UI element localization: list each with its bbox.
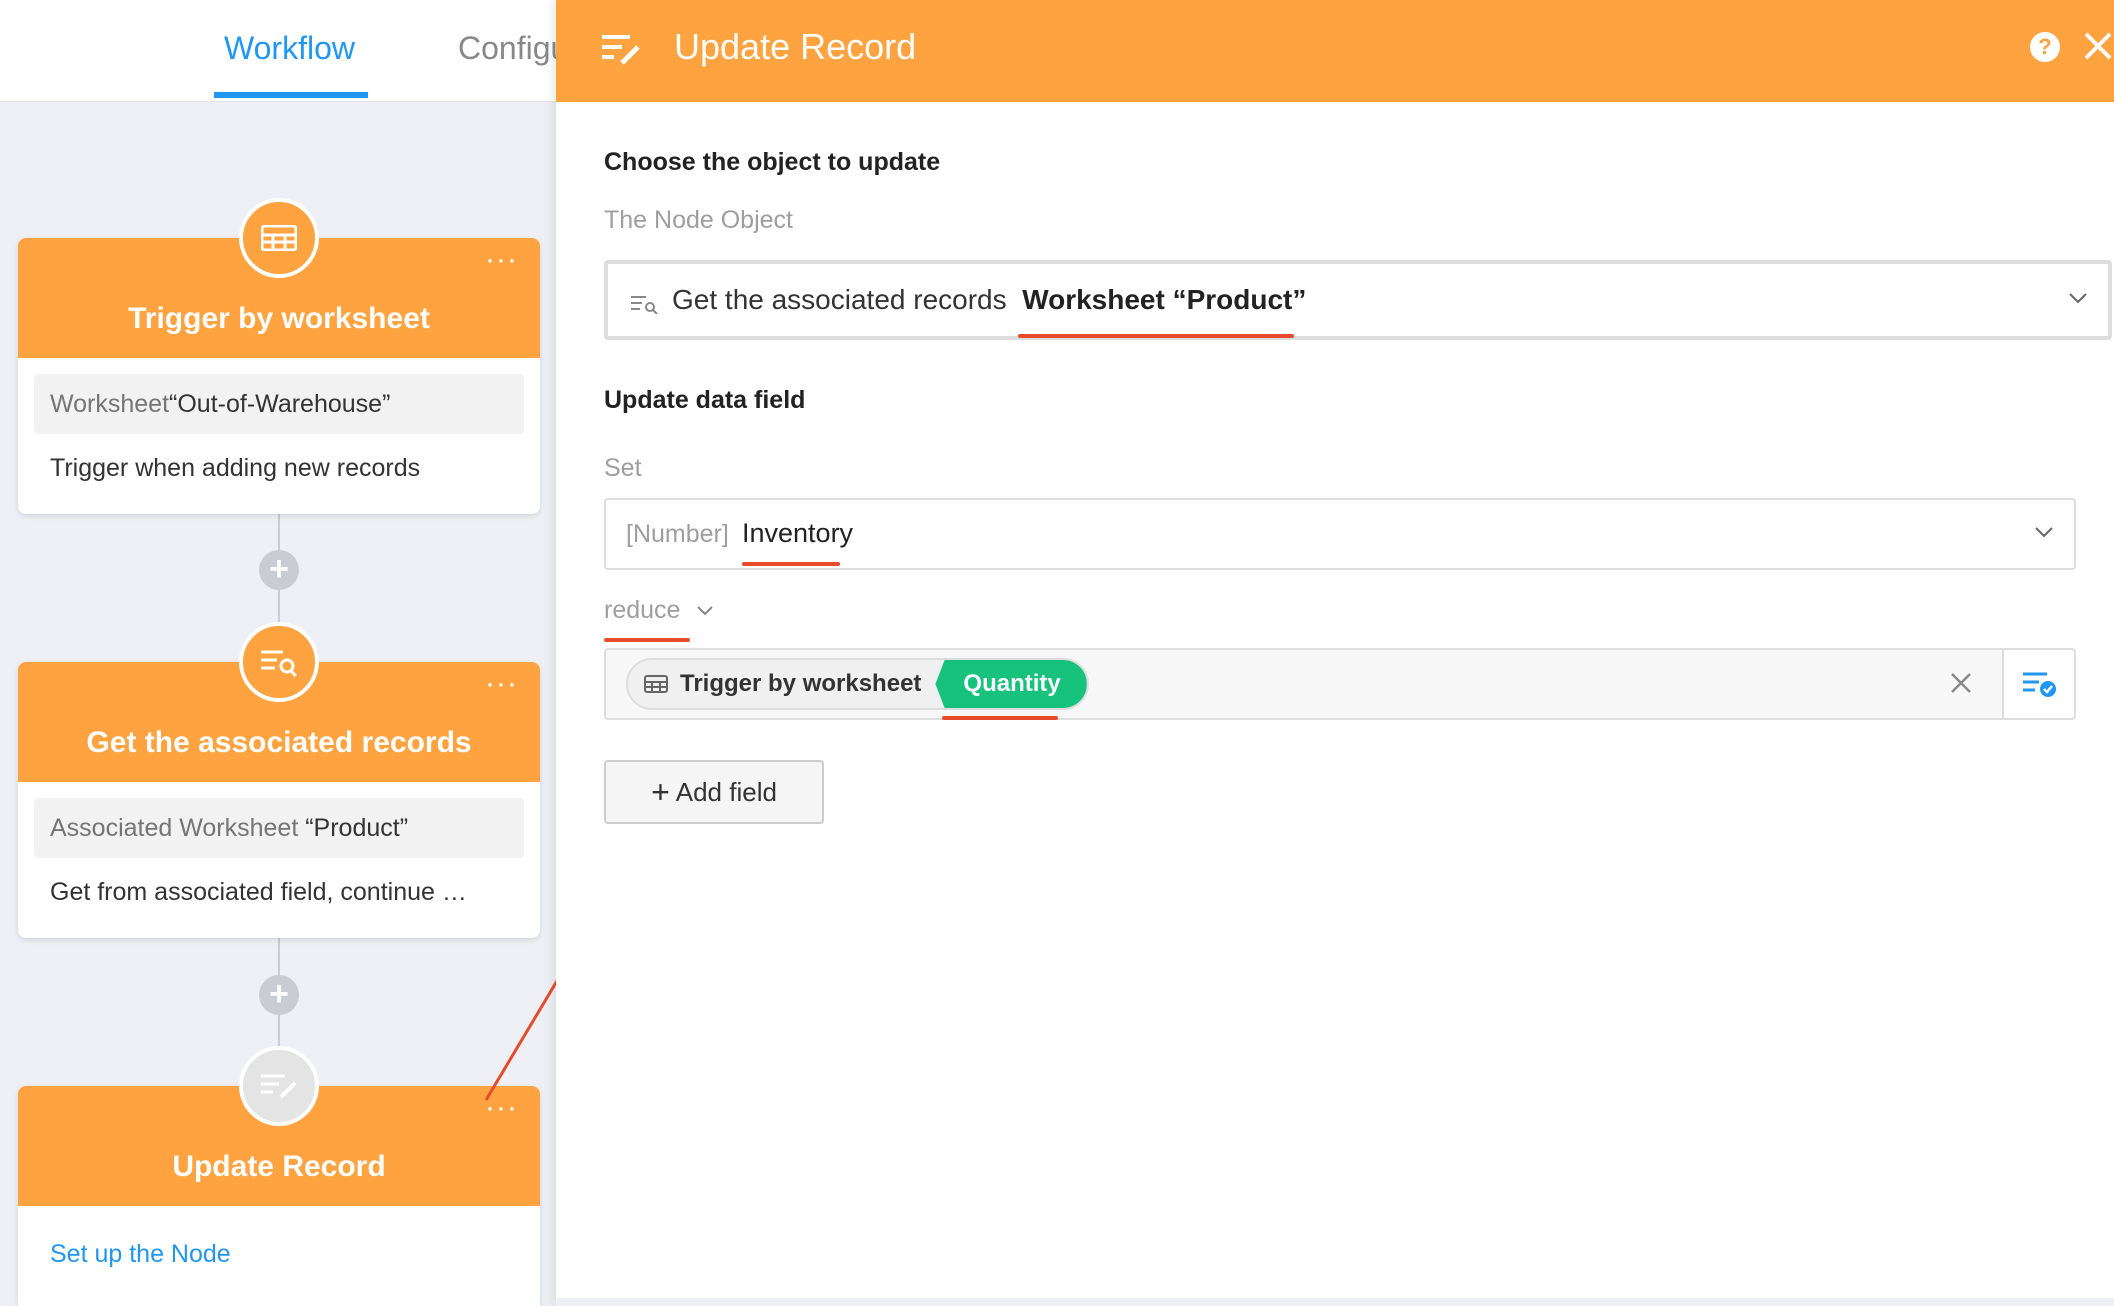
panel-bottom-bar xyxy=(556,1298,2114,1306)
choose-object-heading: Choose the object to update xyxy=(604,148,941,176)
chevron-down-icon xyxy=(2034,525,2054,543)
annotation-arrow xyxy=(484,887,615,1101)
dynamic-value-tag[interactable]: Trigger by worksheet Quantity xyxy=(626,658,1089,710)
set-label: Set xyxy=(604,454,642,482)
close-icon[interactable] xyxy=(2082,26,2114,66)
list-check-icon xyxy=(2023,672,2056,697)
update-record-panel: Update Record ? Choose the object to upd… xyxy=(556,0,2114,1306)
search-list-icon xyxy=(630,294,658,319)
table-icon xyxy=(644,675,668,693)
annotation-underline xyxy=(604,638,690,642)
field-name: Inventory xyxy=(742,518,854,548)
chevron-down-icon xyxy=(2068,291,2088,309)
object-worksheet: Worksheet “Product” xyxy=(1022,284,1307,315)
field-type-tag: [Number] xyxy=(626,520,729,548)
operation-select[interactable]: reduce xyxy=(604,596,680,625)
value-node-label: Trigger by worksheet xyxy=(680,670,922,697)
node-object-value: Get the associated records Worksheet “Pr… xyxy=(672,284,1306,316)
add-field-label: Add field xyxy=(675,776,777,807)
help-icon[interactable]: ? xyxy=(2030,32,2060,62)
annotation-underline xyxy=(1018,334,1294,338)
add-field-button[interactable]: + Add field xyxy=(604,760,824,824)
plus-icon: + xyxy=(651,774,670,810)
edit-list-icon xyxy=(600,32,642,71)
panel-header: Update Record ? xyxy=(556,0,2114,102)
annotation-underline xyxy=(942,716,1058,720)
chevron-down-icon[interactable] xyxy=(696,604,714,622)
annotation-underline xyxy=(742,562,840,566)
object-prefix: Get the associated records xyxy=(672,284,1007,315)
node-object-select[interactable]: Get the associated records Worksheet “Pr… xyxy=(604,260,2112,340)
value-field-label: Quantity xyxy=(935,660,1087,708)
value-source-node: Trigger by worksheet xyxy=(628,670,935,698)
update-field-heading: Update data field xyxy=(604,386,806,414)
node-object-label: The Node Object xyxy=(604,206,793,234)
select-dynamic-value-button[interactable] xyxy=(2004,650,2074,718)
clear-icon[interactable] xyxy=(1948,670,1974,701)
panel-title: Update Record xyxy=(674,26,917,67)
value-field[interactable]: Trigger by worksheet Quantity xyxy=(604,648,2076,720)
field-select[interactable]: [Number] Inventory xyxy=(604,498,2076,570)
